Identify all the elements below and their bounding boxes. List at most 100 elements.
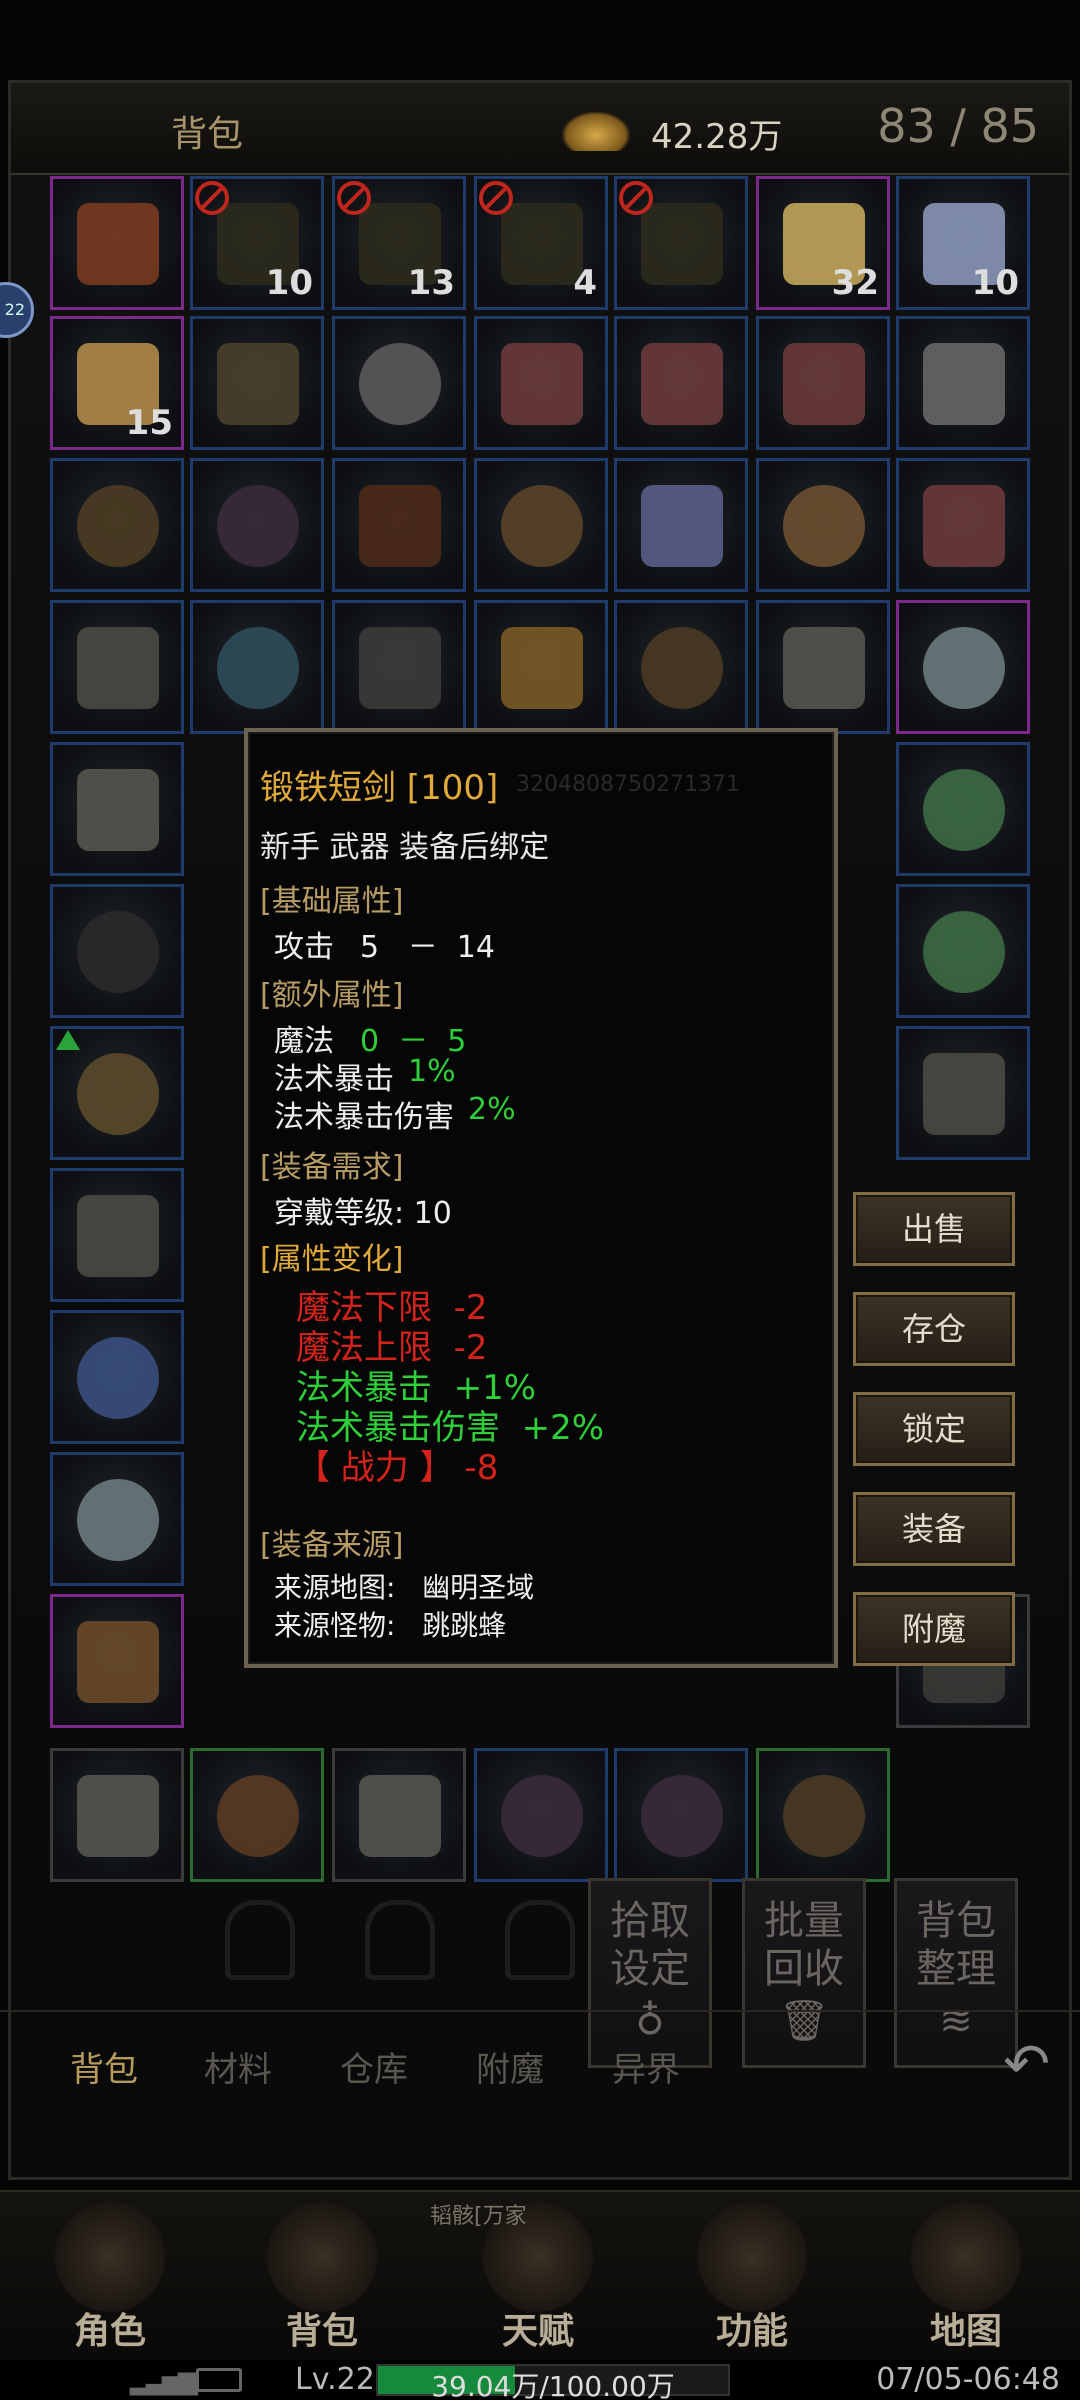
- inventory-slot[interactable]: [50, 1452, 184, 1586]
- exp-text: 39.04万/100.00万: [431, 2370, 675, 2400]
- back-arrow-icon[interactable]: ↶: [1003, 2032, 1050, 2097]
- status-bar: ▂▃▅▆ Lv.22 39.04万/100.00万 07/05-06:48: [0, 2360, 1080, 2400]
- dagger-icon: [217, 343, 299, 425]
- sapphire-ring-icon: [77, 1337, 159, 1419]
- inventory-slot[interactable]: [332, 316, 466, 450]
- bracelet-icon: [783, 485, 865, 567]
- gold-coin-icon: [561, 111, 631, 151]
- inventory-slot[interactable]: [332, 600, 466, 734]
- jade-icon: [923, 769, 1005, 851]
- nav-bag-label: 背包: [285, 2311, 358, 2352]
- nav-bag[interactable]: 背包: [232, 2202, 412, 2352]
- inventory-slot[interactable]: [896, 1026, 1030, 1160]
- necklace-icon: [641, 627, 723, 709]
- axe-icon: [359, 1775, 441, 1857]
- tab-materials[interactable]: 材料: [204, 2042, 272, 2091]
- inventory-slot[interactable]: [756, 458, 890, 592]
- inventory-slot[interactable]: [756, 316, 890, 450]
- treasure-chest-icon: [77, 203, 159, 285]
- inventory-slot[interactable]: [474, 600, 608, 734]
- signal-icon: ▂▃▅▆: [130, 2366, 198, 2396]
- store-button[interactable]: 存仓: [853, 1292, 1015, 1366]
- source-monster: 来源怪物: 跳跳蜂: [274, 1609, 507, 1642]
- inventory-slot[interactable]: [896, 600, 1030, 734]
- inventory-slot[interactable]: [190, 316, 324, 450]
- inventory-slot[interactable]: 15: [50, 316, 184, 450]
- inventory-slot[interactable]: [614, 176, 748, 310]
- source-map: 来源地图: 幽明圣域: [274, 1571, 535, 1604]
- inventory-slot[interactable]: [50, 742, 184, 876]
- tab-otherworld[interactable]: 异界: [612, 2042, 680, 2091]
- inventory-slot[interactable]: [50, 600, 184, 734]
- inventory-slot[interactable]: [332, 458, 466, 592]
- bracer-icon: [501, 627, 583, 709]
- scimitar-icon: [77, 627, 159, 709]
- inventory-slot[interactable]: 10: [190, 176, 324, 310]
- requirement-header: [装备需求]: [260, 1150, 404, 1185]
- inventory-slot[interactable]: 32: [756, 176, 890, 310]
- necklace-icon: [77, 911, 159, 993]
- inventory-slot[interactable]: [896, 884, 1030, 1018]
- book-icon: [501, 203, 583, 285]
- item-count: 10: [971, 263, 1019, 303]
- crit-value: 1%: [408, 1054, 456, 1089]
- inventory-slot[interactable]: [756, 600, 890, 734]
- locked-ban-icon: [619, 181, 653, 215]
- nav-character-label: 角色: [73, 2311, 146, 2352]
- inventory-slot[interactable]: [756, 1748, 890, 1882]
- bag-capacity: 83 / 85: [877, 99, 1039, 153]
- inventory-slot[interactable]: [896, 458, 1030, 592]
- enchant-button[interactable]: 附魔: [853, 1592, 1015, 1666]
- requirement-level: 穿戴等级: 10: [274, 1196, 452, 1231]
- necklace-icon: [217, 485, 299, 567]
- inventory-slot[interactable]: [474, 1748, 608, 1882]
- nav-map[interactable]: 地图: [876, 2202, 1056, 2352]
- inventory-slot[interactable]: [190, 458, 324, 592]
- anvil-icon: [697, 2202, 807, 2312]
- inventory-slot[interactable]: [190, 600, 324, 734]
- pickup-settings-label: 拾取 设定: [610, 1898, 690, 1992]
- inventory-slot[interactable]: [332, 1748, 466, 1882]
- inventory-slot[interactable]: [50, 1748, 184, 1882]
- bracer-icon: [783, 343, 865, 425]
- nav-function[interactable]: 功能: [662, 2202, 842, 2352]
- sword-icon: [77, 769, 159, 851]
- pendant-icon: [359, 627, 441, 709]
- padlock-icon: [505, 1900, 575, 1980]
- inventory-slot[interactable]: [50, 884, 184, 1018]
- inventory-slot[interactable]: [190, 1748, 324, 1882]
- locked-ban-icon: [479, 181, 513, 215]
- gold-amount: 42.28万: [651, 117, 783, 157]
- inventory-slot[interactable]: 4: [474, 176, 608, 310]
- inventory-slot[interactable]: [614, 1748, 748, 1882]
- inventory-slot[interactable]: [896, 742, 1030, 876]
- gauntlet-icon: [641, 485, 723, 567]
- inventory-slot[interactable]: [474, 458, 608, 592]
- batch-recycle-label: 批量 回收: [764, 1898, 844, 1992]
- source-header: [装备来源]: [260, 1528, 404, 1563]
- inventory-slot[interactable]: [50, 1310, 184, 1444]
- nav-character[interactable]: 角色: [20, 2202, 200, 2352]
- inventory-slot[interactable]: [50, 176, 184, 310]
- necklace-icon: [641, 1775, 723, 1857]
- tab-enchant[interactable]: 附魔: [476, 2042, 544, 2091]
- inventory-slot[interactable]: 10: [896, 176, 1030, 310]
- inventory-slot[interactable]: [614, 458, 748, 592]
- jade-icon: [923, 911, 1005, 993]
- tab-bag[interactable]: 背包: [70, 2042, 138, 2091]
- equip-button[interactable]: 装备: [853, 1492, 1015, 1566]
- inventory-slot[interactable]: [614, 316, 748, 450]
- inventory-slot[interactable]: [614, 600, 748, 734]
- sell-button[interactable]: 出售: [853, 1192, 1015, 1266]
- inventory-slot[interactable]: [50, 458, 184, 592]
- inventory-tabs: 背包 材料 仓库 附魔 异界 ↶: [0, 2010, 1080, 2100]
- inventory-slot[interactable]: [474, 316, 608, 450]
- tab-warehouse[interactable]: 仓库: [340, 2042, 408, 2091]
- inventory-slot[interactable]: 13: [332, 176, 466, 310]
- lock-button[interactable]: 锁定: [853, 1392, 1015, 1466]
- nav-talent-label: 天赋: [501, 2311, 574, 2352]
- item-serial: 3204808750271371: [516, 772, 740, 797]
- inventory-slot[interactable]: [50, 1168, 184, 1302]
- inventory-slot[interactable]: [896, 316, 1030, 450]
- inventory-slot[interactable]: [50, 1594, 184, 1728]
